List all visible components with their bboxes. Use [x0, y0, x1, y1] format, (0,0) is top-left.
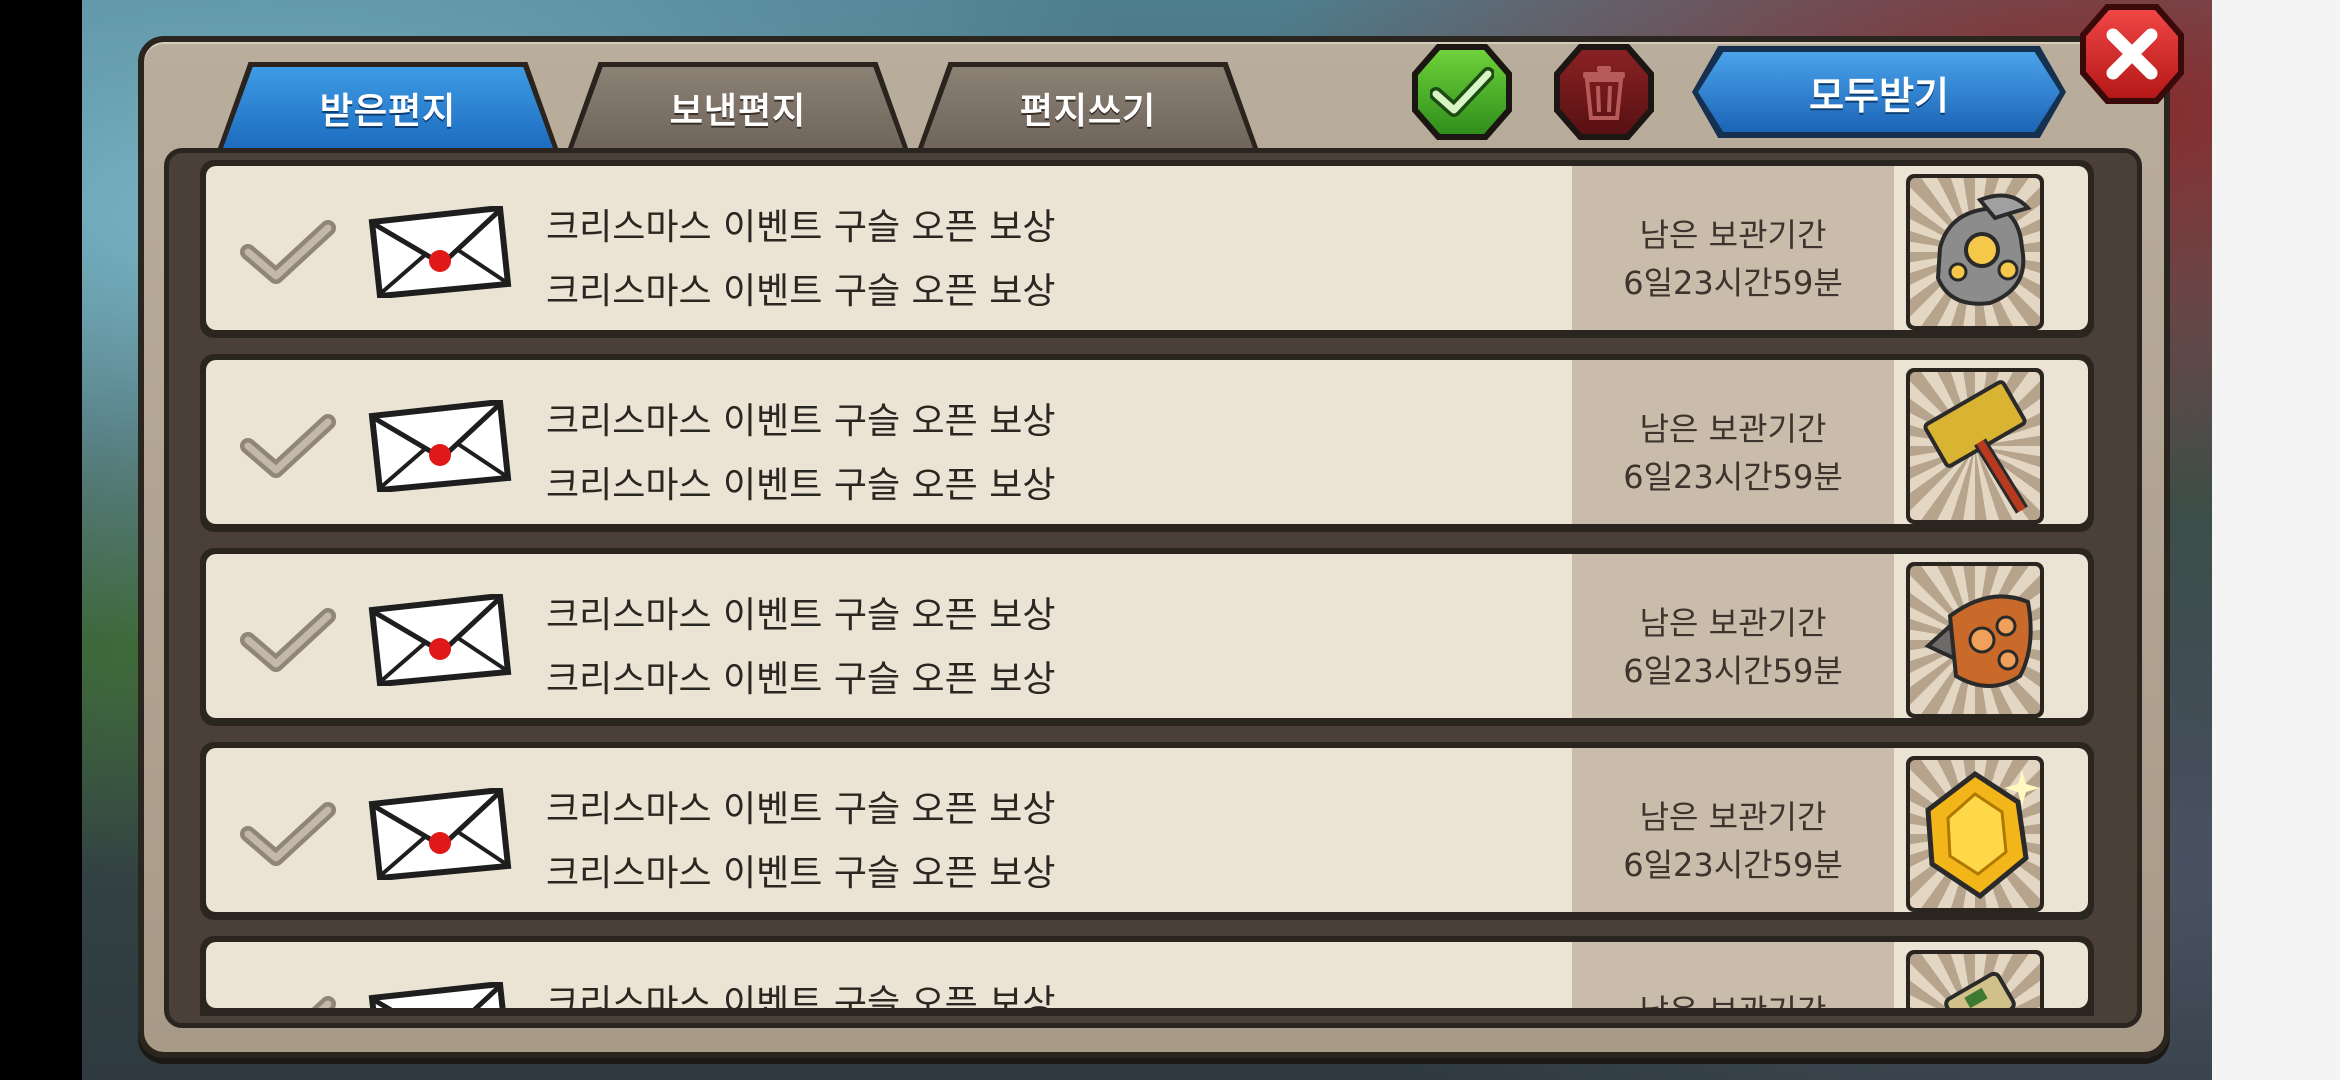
mail-title: 크리스마스 이벤트 구슬 오픈 보상 [546, 207, 1056, 248]
select-all-button[interactable] [1412, 44, 1512, 140]
mail-row-body: 크리스마스 이벤트 구슬 오픈 보상 크리스마스 이벤트 구슬 오픈 보상 남은… [206, 748, 2088, 912]
mail-title: 크리스마스 이벤트 구슬 오픈 보상 [546, 983, 1056, 1008]
mail-row[interactable]: 크리스마스 이벤트 구슬 오픈 보상 크리스마스 이벤트 구슬 오픈 보상 남은… [200, 354, 2094, 532]
envelope-icon [368, 788, 512, 880]
reward-item-slot[interactable] [1906, 562, 2044, 718]
close-button[interactable] [2080, 4, 2184, 104]
mail-row-body: 크리스마스 이벤트 구슬 오픈 보상 크리스마스 이벤트 구슬 오픈 보상 남은… [206, 166, 2088, 330]
mail-title: 크리스마스 이벤트 구슬 오픈 보상 [546, 595, 1056, 636]
mail-subtitle: 크리스마스 이벤트 구슬 오픈 보상 [546, 659, 1056, 700]
tab-write-mail-label: 편지쓰기 [923, 67, 1253, 148]
check-icon[interactable] [240, 218, 336, 288]
mail-row-body: 크리스마스 이벤트 구슬 오픈 보상 남은 보관기간 [206, 942, 2088, 1008]
reward-item-slot[interactable] [1906, 174, 2044, 330]
golden-hammer-icon [1923, 380, 2028, 514]
envelope-icon [368, 594, 512, 686]
tab-write-mail[interactable]: 편지쓰기 [918, 62, 1258, 148]
tab-received-mail[interactable]: 받은편지 [218, 62, 558, 148]
reward-item-slot[interactable] [1906, 368, 2044, 524]
mail-row-body: 크리스마스 이벤트 구슬 오픈 보상 크리스마스 이벤트 구슬 오픈 보상 남은… [206, 554, 2088, 718]
expire-label: 남은 보관기간 [1639, 604, 1827, 642]
mail-row[interactable]: 크리스마스 이벤트 구슬 오픈 보상 크리스마스 이벤트 구슬 오픈 보상 남은… [200, 742, 2094, 920]
screen-edge [2212, 0, 2340, 1080]
expire-info: 남은 보관기간 6일23시간59분 [1572, 748, 1894, 912]
delete-button[interactable] [1554, 44, 1654, 140]
expire-info: 남은 보관기간 6일23시간59분 [1572, 554, 1894, 718]
stone-gauntlet-icon [1935, 193, 2032, 306]
reward-item-slot[interactable] [1906, 756, 2044, 912]
mail-subtitle: 크리스마스 이벤트 구슬 오픈 보상 [546, 465, 1056, 506]
check-icon[interactable] [240, 994, 336, 1008]
mail-row[interactable]: 크리스마스 이벤트 구슬 오픈 보상 크리스마스 이벤트 구슬 오픈 보상 남은… [200, 548, 2094, 726]
envelope-icon [368, 206, 512, 298]
expire-info: 남은 보관기간 6일23시간59분 [1572, 166, 1894, 330]
check-icon[interactable] [240, 606, 336, 676]
reward-item-slot[interactable] [1906, 950, 2044, 1008]
receive-all-button[interactable]: 모두받기 [1692, 46, 2066, 138]
expire-time: 6일23시간59분 [1623, 264, 1843, 302]
tab-sent-mail[interactable]: 보낸편지 [568, 62, 908, 148]
mail-row[interactable]: 크리스마스 이벤트 구슬 오픈 보상 남은 보관기간 [200, 936, 2094, 1016]
expire-info: 남은 보관기간 6일23시간59분 [1572, 360, 1894, 524]
close-x-icon [2106, 28, 2158, 80]
expire-label: 남은 보관기간 [1639, 216, 1827, 254]
mail-row-body: 크리스마스 이벤트 구슬 오픈 보상 크리스마스 이벤트 구슬 오픈 보상 남은… [206, 360, 2088, 524]
expire-time: 6일23시간59분 [1623, 458, 1843, 496]
expire-time: 6일23시간59분 [1623, 652, 1843, 690]
mail-title: 크리스마스 이벤트 구슬 오픈 보상 [546, 401, 1056, 442]
mail-subtitle: 크리스마스 이벤트 구슬 오픈 보상 [546, 271, 1056, 312]
envelope-icon [368, 982, 506, 1008]
mail-row[interactable]: 크리스마스 이벤트 구슬 오픈 보상 크리스마스 이벤트 구슬 오픈 보상 남은… [200, 160, 2094, 338]
check-icon[interactable] [240, 412, 336, 482]
expire-info: 남은 보관기간 [1572, 942, 1894, 1008]
check-icon[interactable] [240, 800, 336, 870]
mail-subtitle: 크리스마스 이벤트 구슬 오픈 보상 [546, 853, 1056, 894]
expire-label: 남은 보관기간 [1639, 410, 1827, 448]
expire-time: 6일23시간59분 [1623, 846, 1843, 884]
expire-label: 남은 보관기간 [1572, 986, 1894, 1008]
tab-received-mail-label: 받은편지 [223, 67, 553, 148]
trash-icon [1583, 66, 1625, 120]
tab-sent-mail-label: 보낸편지 [573, 67, 903, 148]
green-check-icon [1430, 67, 1494, 117]
envelope-icon [368, 400, 512, 492]
expire-label: 남은 보관기간 [1639, 798, 1827, 836]
receive-all-label: 모두받기 [1698, 52, 2060, 132]
mail-title: 크리스마스 이벤트 구슬 오픈 보상 [546, 789, 1056, 830]
gold-gem-icon [1925, 770, 2040, 900]
bronze-gauntlet-icon [1924, 594, 2033, 688]
scroll-icon [1944, 971, 2016, 1008]
